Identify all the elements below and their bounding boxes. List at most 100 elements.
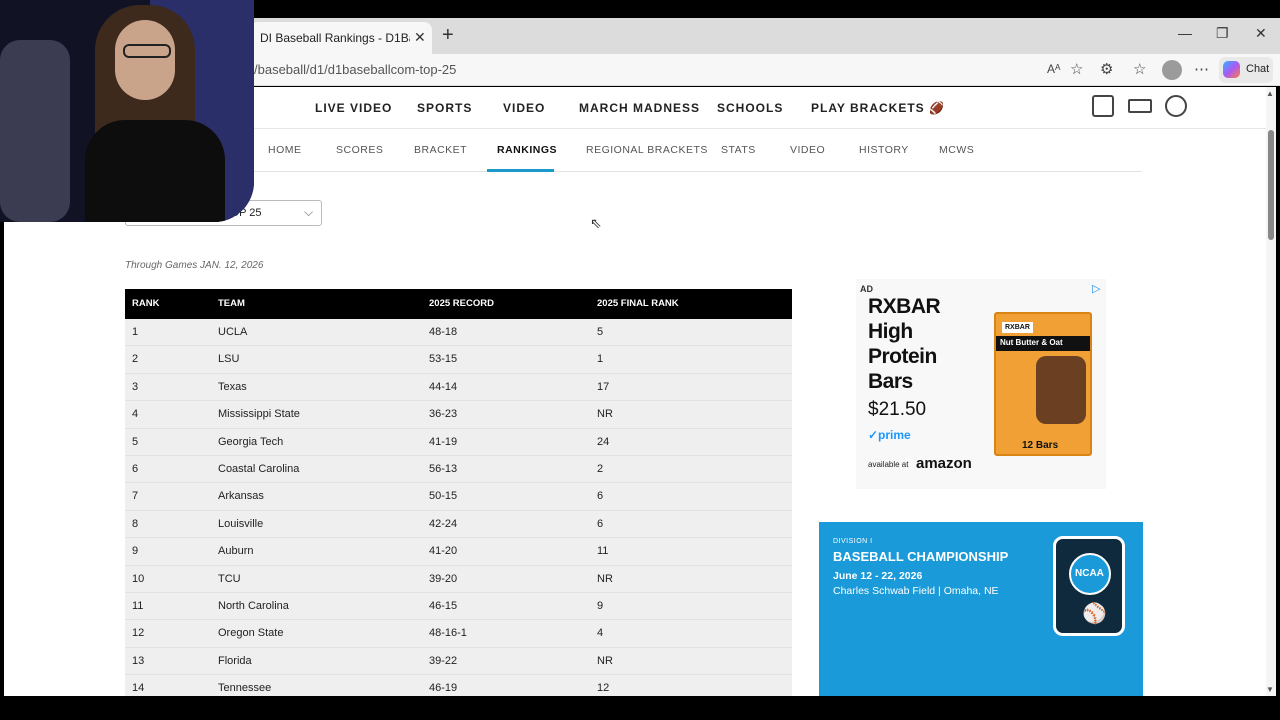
- table-row: 2 LSU 53-15 1: [125, 346, 792, 374]
- table-row: 13 Florida 39-22 NR: [125, 647, 792, 676]
- table-row: 3 Texas 44-14 17: [125, 373, 792, 402]
- tab-rankings[interactable]: RANKINGS: [497, 144, 557, 156]
- cell-record: 39-22: [429, 654, 458, 667]
- url-field[interactable]: /baseball/d1/d1baseballcom-top-25: [254, 62, 456, 77]
- cell-final-rank: NR: [597, 654, 613, 667]
- cell-final-rank: NR: [597, 408, 613, 421]
- cell-record: 42-24: [429, 517, 458, 530]
- cell-rank: 5: [132, 435, 139, 448]
- webcam-chair: [0, 40, 70, 222]
- nav-live-video[interactable]: LIVE VIDEO: [315, 101, 392, 115]
- championship-banner[interactable]: DIVISION I BASEBALL CHAMPIONSHIP June 12…: [819, 522, 1143, 696]
- tab-bracket[interactable]: BRACKET: [414, 144, 467, 156]
- table-row: 8 Louisville 42-24 6: [125, 510, 792, 539]
- cell-team: Oregon State: [218, 627, 284, 640]
- more-menu-icon[interactable]: ⋯: [1194, 60, 1209, 78]
- cell-rank: 11: [132, 599, 144, 612]
- tab-video[interactable]: VIDEO: [790, 144, 825, 156]
- ad-price: $21.50: [868, 399, 927, 420]
- protein-bar-image: [1036, 356, 1086, 424]
- extensions-icon[interactable]: ⚙: [1100, 60, 1113, 78]
- table-row: 4 Mississippi State 36-23 NR: [125, 401, 792, 429]
- favorites-list-icon[interactable]: ☆: [1133, 60, 1146, 78]
- table-row: 7 Arkansas 50-15 6: [125, 483, 792, 511]
- table-row: 12 Oregon State 48-16-1 4: [125, 620, 792, 648]
- ticket-icon[interactable]: [1128, 99, 1152, 113]
- cell-final-rank: 24: [597, 435, 610, 448]
- cell-final-rank: NR: [597, 572, 613, 585]
- through-games-date: Through Games JAN. 12, 2026: [125, 260, 264, 271]
- prime-badge: ✓prime: [868, 428, 911, 442]
- cell-team: Coastal Carolina: [218, 462, 300, 475]
- cell-record: 46-15: [429, 599, 458, 612]
- cell-final-rank: 6: [597, 517, 604, 530]
- scrollbar-thumb[interactable]: [1268, 130, 1274, 240]
- cell-final-rank: 11: [597, 545, 609, 558]
- cell-final-rank: 5: [597, 326, 604, 338]
- cell-team: Mississippi State: [218, 408, 300, 421]
- cell-final-rank: 6: [597, 490, 604, 503]
- ncaa-logo-text: NCAA: [1075, 568, 1104, 579]
- browser-tab[interactable]: DI Baseball Rankings - D1Baseball ✕: [250, 22, 432, 54]
- cell-record: 36-23: [429, 408, 458, 421]
- new-tab-icon[interactable]: +: [442, 24, 454, 47]
- cell-final-rank: 1: [597, 353, 604, 366]
- read-aloud-icon[interactable]: Aᴬ: [1047, 62, 1060, 76]
- profile-avatar[interactable]: [1162, 60, 1182, 80]
- cell-team: LSU: [218, 353, 240, 366]
- amazon-logo: amazon: [916, 455, 972, 472]
- scroll-up-icon[interactable]: ▲: [1266, 89, 1274, 98]
- restore-icon[interactable]: ❐: [1216, 25, 1229, 42]
- nav-march-madness[interactable]: MARCH MADNESS: [579, 101, 700, 115]
- ad-label: AD: [860, 284, 873, 294]
- cell-record: 41-20: [429, 545, 458, 558]
- cell-rank: 9: [132, 545, 139, 558]
- nav-schools[interactable]: SCHOOLS: [717, 101, 783, 115]
- product-box-count: 12 Bars: [1022, 440, 1059, 451]
- minimize-icon[interactable]: —: [1178, 25, 1192, 41]
- copilot-chat-button[interactable]: Chat: [1219, 57, 1273, 83]
- cell-rank: 13: [132, 654, 145, 667]
- cell-team: Auburn: [218, 545, 254, 558]
- championship-venue: Charles Schwab Field | Omaha, NE: [833, 585, 999, 597]
- table-row: 1 UCLA 48-18 5: [125, 319, 792, 347]
- cell-team: North Carolina: [218, 599, 289, 612]
- favorite-star-icon[interactable]: ☆: [1070, 60, 1083, 78]
- advertisement[interactable]: AD ▷ RXBAR High Protein Bars $21.50 ✓pri…: [856, 279, 1106, 489]
- championship-badge: NCAA ⚾: [1053, 536, 1125, 636]
- shop-shirt-icon[interactable]: [1092, 95, 1114, 117]
- close-tab-icon[interactable]: ✕: [414, 29, 426, 46]
- cell-final-rank: 4: [597, 627, 604, 640]
- close-window-icon[interactable]: ✕: [1255, 25, 1267, 42]
- table-row: 14 Tennessee 46-19 12: [125, 675, 792, 696]
- cell-record: 56-13: [429, 462, 458, 475]
- cell-record: 48-18: [429, 326, 458, 338]
- cell-rank: 1: [132, 326, 139, 338]
- table-row: 6 Coastal Carolina 56-13 2: [125, 455, 792, 484]
- tab-home[interactable]: HOME: [268, 144, 302, 156]
- nav-sports[interactable]: SPORTS: [417, 101, 472, 115]
- tab-title: DI Baseball Rankings - D1Baseball: [260, 31, 410, 45]
- tab-regional-brackets[interactable]: REGIONAL BRACKETS: [586, 144, 708, 156]
- championship-title: BASEBALL CHAMPIONSHIP: [833, 549, 1009, 564]
- cell-rank: 7: [132, 490, 139, 503]
- cell-team: Tennessee: [218, 682, 272, 695]
- nav-play-brackets[interactable]: PLAY BRACKETS 🏈: [811, 101, 945, 115]
- ncaa-logo: NCAA: [1069, 553, 1111, 595]
- column-header-team: TEAM: [218, 298, 245, 309]
- cell-final-rank: 12: [597, 682, 610, 695]
- product-box-title: Nut Butter & Oat: [1000, 338, 1063, 347]
- chevron-down-icon: ⌵: [304, 205, 314, 219]
- table-header: RANK TEAM 2025 RECORD 2025 FINAL RANK: [125, 289, 792, 319]
- tab-mcws[interactable]: MCWS: [939, 144, 974, 156]
- ad-choices-icon[interactable]: ▷: [1092, 282, 1100, 295]
- tab-scores[interactable]: SCORES: [336, 144, 383, 156]
- scroll-down-icon[interactable]: ▼: [1266, 685, 1274, 694]
- account-icon[interactable]: [1165, 95, 1187, 117]
- cell-record: 48-16-1: [429, 627, 467, 640]
- tab-stats[interactable]: STATS: [721, 144, 756, 156]
- tab-history[interactable]: HISTORY: [859, 144, 909, 156]
- nav-video[interactable]: VIDEO: [503, 101, 545, 115]
- cell-team: Florida: [218, 654, 252, 667]
- column-header-rank: RANK: [132, 298, 160, 309]
